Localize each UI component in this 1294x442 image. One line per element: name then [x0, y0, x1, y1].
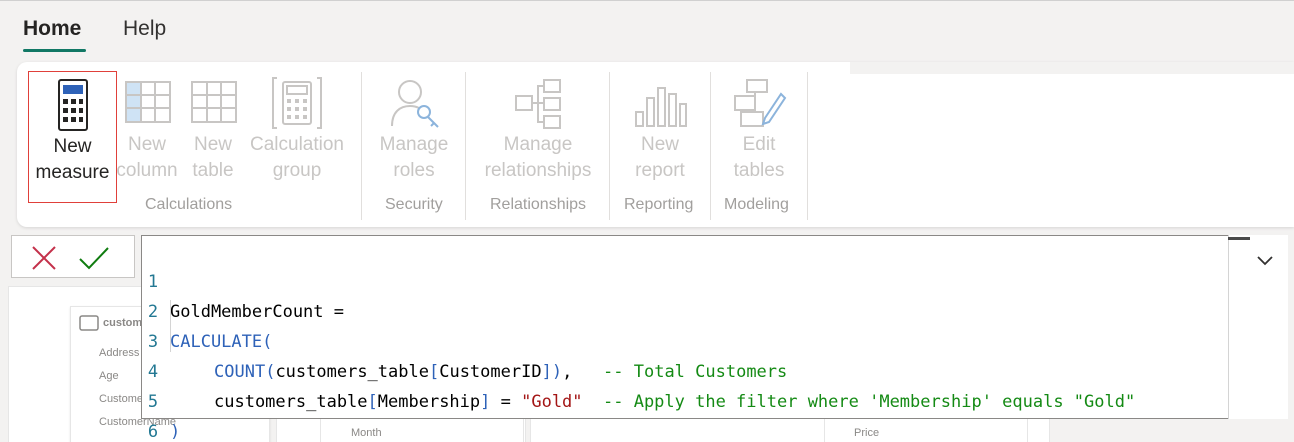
code-line: 4 customers_table[Membership] = "Gold" -…: [142, 327, 1135, 412]
cancel-icon[interactable]: [30, 244, 58, 272]
field-month[interactable]: Month: [351, 427, 382, 439]
code-line: 1 GoldMemberCount =: [142, 237, 344, 322]
relationships-icon: [515, 79, 561, 129]
ribbon-separator: [609, 72, 610, 220]
bracket: ]: [480, 392, 491, 412]
group-label-reporting: Reporting: [624, 196, 694, 213]
table-card-title: custom: [103, 317, 143, 329]
edit-tables-label: Edit tables: [733, 134, 785, 181]
new-column-button[interactable]: New column: [115, 74, 179, 184]
code-text: COUNT(customers_table[CustomerID]), -- T…: [214, 357, 787, 387]
group-label-security: Security: [385, 196, 443, 213]
bar-chart-icon: [635, 87, 687, 127]
string-literal: "Gold": [521, 392, 583, 412]
new-measure-label: New measure: [35, 136, 110, 183]
ribbon-separator: [361, 72, 362, 220]
new-measure-button[interactable]: New measure: [28, 71, 117, 203]
tab-home[interactable]: Home: [23, 17, 81, 41]
formula-bar-controls: [11, 235, 135, 278]
field-age[interactable]: Age: [99, 370, 119, 382]
field-customerid[interactable]: Custome: [99, 393, 143, 405]
new-report-label: New report: [635, 134, 685, 181]
field-address[interactable]: Address: [99, 347, 139, 359]
group-label-modeling: Modeling: [724, 196, 789, 213]
bracket: [: [428, 362, 440, 382]
table-ref: customers_table: [275, 362, 429, 382]
column-ref: Membership: [377, 392, 481, 412]
ribbon-separator: [465, 72, 466, 220]
new-table-button[interactable]: New table: [185, 74, 241, 184]
calculation-group-button[interactable]: Calculation group: [247, 74, 347, 184]
comma: ,: [562, 362, 604, 382]
manage-roles-label: Manage roles: [379, 134, 449, 181]
new-column-label: New column: [116, 134, 178, 181]
column-ref: CustomerID: [439, 362, 542, 382]
calculator-icon: [57, 79, 88, 131]
comment: -- Total Customers: [603, 362, 788, 382]
bracket: [: [367, 392, 378, 412]
function-calculate: CALCULATE: [170, 332, 263, 352]
paren: (: [265, 362, 276, 382]
new-report-button[interactable]: New report: [621, 74, 699, 184]
new-table-label: New table: [192, 134, 234, 181]
tab-home-indicator: [23, 49, 86, 52]
table-grid-icon: [191, 81, 237, 123]
manage-relationships-button[interactable]: Manage relationships: [479, 74, 597, 184]
edit-tables-button[interactable]: Edit tables: [723, 74, 795, 184]
commit-check-icon[interactable]: [78, 244, 110, 272]
ribbon-notch: [850, 62, 1294, 74]
manage-relationships-label: Manage relationships: [484, 134, 592, 181]
calculation-group-label: Calculation group: [250, 134, 344, 181]
edit-tables-icon: [734, 79, 787, 127]
indent-guide: [170, 300, 171, 352]
ribbon-separator: [807, 72, 808, 220]
group-label-calculations: Calculations: [145, 196, 233, 213]
ribbon: New measure New column New table Calcula…: [17, 62, 1294, 227]
code-text: GoldMemberCount =: [170, 297, 344, 327]
line-number: 6: [147, 422, 159, 442]
group-label-relationships: Relationships: [490, 196, 587, 213]
code-line: 6: [142, 387, 183, 442]
user-key-icon: [391, 80, 439, 128]
code-text: CALCULATE(: [170, 327, 272, 357]
equals-operator: =: [490, 392, 522, 412]
paren: ): [551, 362, 563, 382]
code-line: 5 ): [142, 357, 183, 442]
tab-help[interactable]: Help: [123, 17, 166, 41]
column-grid-icon: [125, 81, 171, 123]
table-icon: [79, 315, 99, 331]
manage-roles-button[interactable]: Manage roles: [375, 74, 453, 184]
code-text: customers_table[Membership] = "Gold" -- …: [214, 387, 1135, 417]
chevron-down-icon[interactable]: [1255, 250, 1275, 270]
measure-name: GoldMemberCount =: [170, 302, 344, 322]
bracket: ]: [541, 362, 552, 382]
table-ref: customers_table: [214, 392, 368, 412]
calculation-group-icon: [272, 77, 322, 129]
code-line: 2 CALCULATE(: [142, 267, 273, 352]
menu-bar: Home Help: [0, 0, 1294, 58]
scroll-thumb[interactable]: [1228, 237, 1250, 240]
ribbon-separator: [710, 72, 711, 220]
function-count: COUNT: [214, 362, 266, 382]
comment: -- Apply the filter where 'Membership' e…: [582, 392, 1136, 412]
dax-formula-editor[interactable]: 1 GoldMemberCount = 2 CALCULATE( 3 COUNT…: [141, 235, 1288, 442]
paren: (: [262, 332, 273, 352]
code-line: 3 COUNT(customers_table[CustomerID]), --…: [142, 297, 787, 382]
field-price[interactable]: Price: [854, 427, 879, 439]
